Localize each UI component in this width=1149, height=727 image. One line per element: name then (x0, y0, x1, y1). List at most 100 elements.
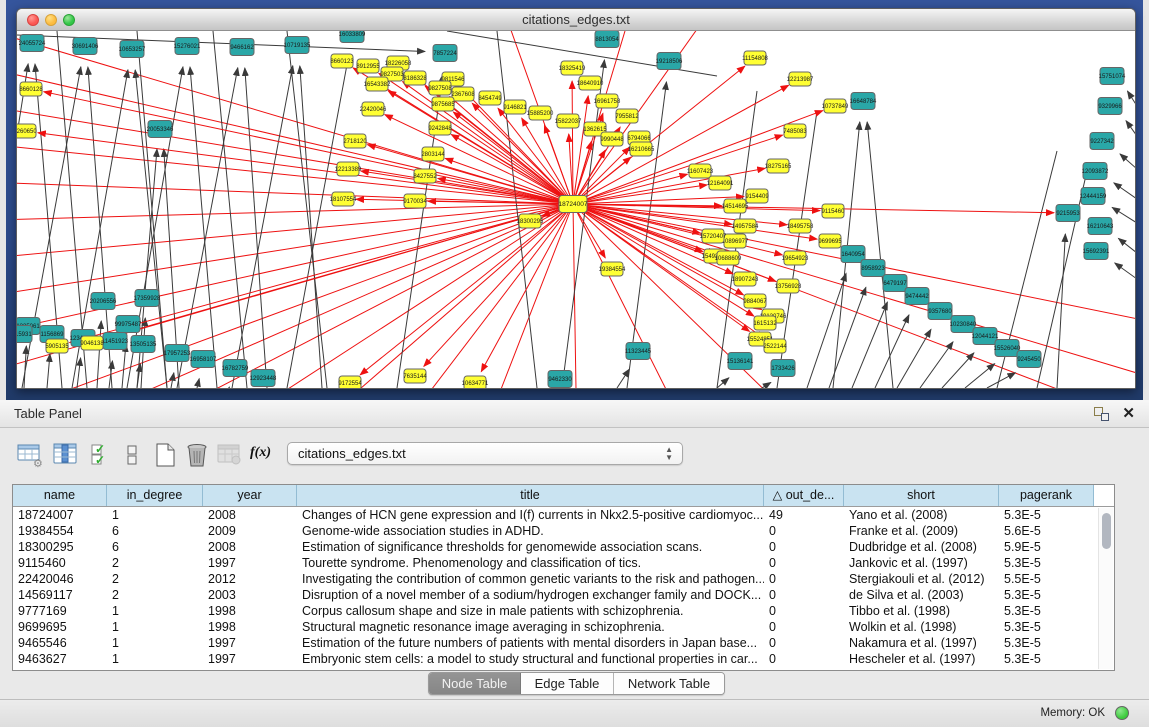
memory-ok-indicator[interactable] (1115, 706, 1129, 720)
tab-network-table[interactable]: Network Table (614, 673, 724, 694)
table-cell: 14569117 (13, 587, 107, 603)
graph-node-label: 15751074 (1099, 74, 1126, 80)
graph-edge (1112, 207, 1135, 223)
graph-node-label: 10634771 (462, 381, 489, 387)
tab-edge-table[interactable]: Edge Table (521, 673, 614, 694)
table-cell: 1 (107, 635, 203, 651)
graph-node-label: 9699695 (818, 239, 842, 245)
graph-edge (717, 378, 729, 388)
graph-node-label: 24055724 (19, 41, 46, 47)
network-desktop: citations_edges.txt 24055724306914061065… (6, 0, 1143, 400)
graph-edge (1118, 238, 1135, 253)
table-options-icon[interactable]: ⚙ (16, 442, 44, 468)
graph-node-label: 1156869 (41, 332, 65, 338)
row-mode-icon[interactable] (122, 442, 150, 468)
graph-edge (1057, 234, 1065, 388)
tab-node-table[interactable]: Node Table (429, 673, 521, 694)
graph-edge (852, 302, 887, 388)
table-row[interactable]: 2242004622012Investigating the contribut… (13, 571, 1114, 587)
graph-node-label: 8660123 (330, 59, 354, 65)
graph-node-label: 15276021 (174, 44, 201, 50)
graph-node-label: 8958923 (861, 266, 885, 272)
column-header-name[interactable]: name (13, 485, 107, 506)
table-cell: Nakamura et al. (1997) (844, 635, 999, 651)
graph-node-label: 15720407 (700, 234, 727, 240)
node-table: namein_degreeyeartitle△ out_de...shortpa… (12, 484, 1115, 671)
table-cell: 2 (107, 555, 203, 571)
column-header-in_degree[interactable]: in_degree (107, 485, 203, 506)
graph-node-label: 9154409 (745, 194, 769, 200)
table-row[interactable]: 911546021997Tourette syndrome. Phenomeno… (13, 555, 1114, 571)
graph-node-label: 9474442 (905, 294, 929, 300)
table-cell: 9465546 (13, 635, 107, 651)
graph-node-label: 1615132 (753, 321, 777, 327)
table-row[interactable]: 1456911722003Disruption of a novel membe… (13, 587, 1114, 603)
graph-node-label: 18300295 (517, 219, 544, 225)
graph-edge (17, 204, 573, 221)
graph-edge (829, 287, 866, 388)
graph-edge (1127, 91, 1135, 106)
table-row[interactable]: 969969511998Structural magnetic resonanc… (13, 619, 1114, 635)
table-row[interactable]: 977716911998Corpus callosum shape and si… (13, 603, 1114, 619)
scrollbar-thumb[interactable] (1102, 513, 1111, 549)
graph-node-label: 6479197 (883, 281, 907, 287)
table-cell: Structural magnetic resonance image aver… (297, 619, 764, 635)
table-row[interactable]: 946554611997Estimation of the future num… (13, 635, 1114, 651)
graph-node-label: 18226058 (385, 61, 412, 67)
graph-node-label: 2803144 (421, 152, 445, 158)
graph-edge (277, 204, 573, 388)
select-columns-icon[interactable]: ✓✓ (88, 442, 116, 468)
column-header-year[interactable]: year (203, 485, 297, 506)
table-cell: 9463627 (13, 651, 107, 667)
float-window-icon[interactable] (1094, 407, 1109, 421)
graph-node-label: 12213987 (787, 77, 814, 83)
table-row[interactable]: 1830029562008Estimation of significance … (13, 539, 1114, 555)
show-column-icon[interactable] (52, 442, 80, 468)
graph-node-label: 30691406 (72, 44, 99, 50)
graph-node-label: 5905135 (45, 344, 69, 350)
delete-column-icon[interactable] (184, 442, 212, 468)
table-cell: 5.3E-5 (999, 507, 1094, 523)
new-column-icon[interactable] (152, 442, 180, 468)
graph-node-label: 9462330 (548, 377, 572, 383)
column-header-title[interactable]: title (297, 485, 764, 506)
graph-node-label: 9329966 (1098, 104, 1122, 110)
graph-node-label: 9215953 (1056, 211, 1080, 217)
graph-edge (104, 204, 573, 339)
column-header-short[interactable]: short (844, 485, 999, 506)
graph-node-label: 12444159 (1080, 194, 1107, 200)
table-cell: 9115460 (13, 555, 107, 571)
column-header-out_de[interactable]: △ out_de... (764, 485, 844, 506)
graph-node-label: 9172554 (338, 381, 362, 387)
graph-node-label: 19384554 (599, 267, 626, 273)
table-cell: 2008 (203, 507, 297, 523)
close-panel-icon[interactable]: ✕ (1122, 404, 1135, 422)
graph-edge (379, 73, 573, 204)
graph-node-label: 16648784 (850, 99, 877, 105)
graph-edge (573, 96, 588, 204)
graph-node-label: 9466162 (230, 45, 254, 51)
table-cell: 5.3E-5 (999, 619, 1094, 635)
network-canvas[interactable]: 2405572430691406106532571527602194661621… (17, 31, 1135, 388)
graph-edge (942, 353, 974, 388)
table-panel-title: Table Panel (14, 406, 82, 421)
table-toolbar: ⚙ ✓✓ f(x) citations_edges.txt ▲▼ (0, 442, 1149, 472)
graph-node-label: 8813054 (595, 37, 619, 43)
table-cell: 9777169 (13, 603, 107, 619)
graph-node-label: 10230840 (950, 322, 977, 328)
graph-node-label: 8912955 (356, 64, 380, 70)
table-cell: 5.5E-5 (999, 571, 1094, 587)
table-source-dropdown[interactable]: citations_edges.txt ▲▼ (287, 442, 683, 465)
column-header-pagerank[interactable]: pagerank (999, 485, 1094, 506)
table-cell: 1998 (203, 603, 297, 619)
graph-node-label: 6794066 (627, 136, 651, 142)
table-row[interactable]: 1872400712008Changes of HCN gene express… (13, 507, 1114, 523)
function-builder-icon[interactable]: f(x) (250, 445, 271, 461)
graph-edge (377, 204, 573, 388)
table-vertical-scrollbar[interactable] (1098, 508, 1113, 669)
table-row[interactable]: 946362711997Embryonic stem cells: a mode… (13, 651, 1114, 667)
graph-node-label: 9990448 (600, 137, 624, 143)
window-titlebar[interactable]: citations_edges.txt (17, 9, 1135, 31)
table-row[interactable]: 1938455462009Genome-wide association stu… (13, 523, 1114, 539)
graph-node-label: 16210643 (1087, 224, 1114, 230)
